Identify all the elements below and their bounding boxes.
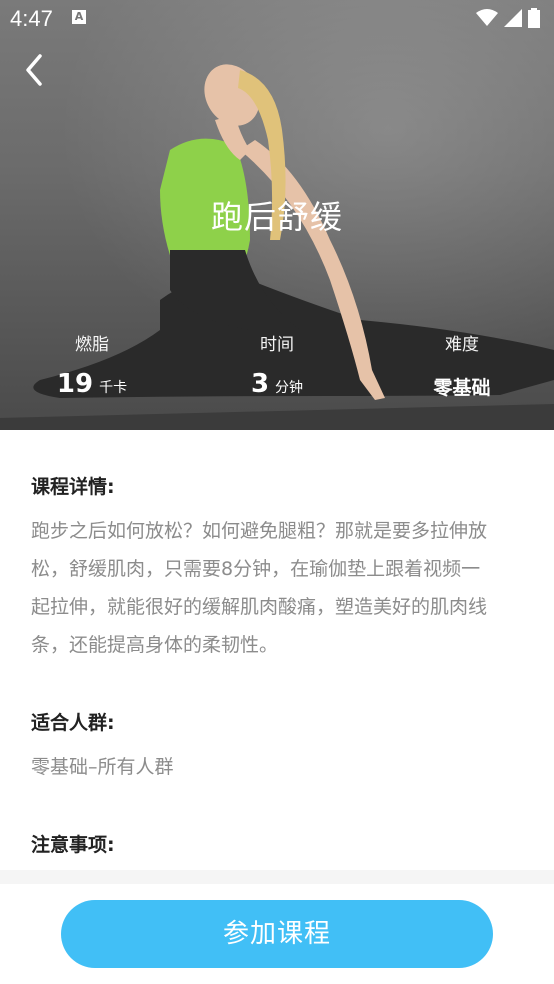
stat-value-row: 19 千卡 — [0, 369, 184, 399]
course-title: 跑后舒缓 — [210, 198, 343, 236]
stat-calories: 燃脂 19 千卡 — [0, 330, 184, 399]
details-line: 跑步之后如何放松？如何避免腿粗？那就是要多拉伸放 — [31, 520, 488, 542]
stat-value-row: 3 分钟 — [185, 369, 369, 399]
back-button[interactable] — [20, 52, 50, 88]
section-heading-details: 课程详情: — [31, 476, 115, 498]
audience-text: 零基础–所有人群 — [31, 756, 174, 778]
join-course-button[interactable]: 参加课程 — [61, 900, 493, 968]
wifi-icon — [476, 9, 498, 26]
stat-unit: 分钟 — [275, 380, 304, 396]
section-heading-notes: 注意事项: — [31, 834, 115, 856]
details-text: 跑步之后如何放松？如何避免腿粗？那就是要多拉伸放 松，舒缓肌肉，只需要8分钟，在… — [31, 512, 521, 664]
battery-icon — [528, 8, 540, 28]
signal-icon — [504, 9, 522, 27]
stat-value: 19 — [56, 369, 94, 399]
stat-label: 难度 — [445, 335, 479, 355]
stat-label: 燃脂 — [75, 335, 109, 355]
system-icons — [476, 8, 540, 28]
stat-unit: 千卡 — [99, 380, 128, 396]
a-icon: A — [72, 10, 86, 24]
course-details: 课程详情: 跑步之后如何放松？如何避免腿粗？那就是要多拉伸放 松，舒缓肌肉，只需… — [0, 430, 554, 870]
stat-difficulty: 难度 零基础 — [370, 330, 554, 400]
status-bar: 4:47 A — [0, 0, 554, 38]
stat-duration: 时间 3 分钟 — [185, 330, 369, 399]
stat-value: 3 — [250, 369, 270, 399]
course-stats: 燃脂 19 千卡 时间 3 分钟 难度 零基础 — [0, 330, 554, 410]
section-heading-audience: 适合人群: — [31, 712, 115, 734]
stat-label: 时间 — [260, 335, 294, 355]
details-line: 松，舒缓肌肉，只需要8分钟，在瑜伽垫上跟着视频一 — [31, 558, 481, 580]
back-arrow-icon — [26, 54, 42, 86]
details-line: 条，还能提高身体的柔韧性。 — [31, 634, 279, 656]
status-time: 4:47 — [10, 6, 53, 31]
details-line: 起拉伸，就能很好的缓解肌肉酸痛，塑造美好的肌肉线 — [31, 596, 488, 618]
stat-value: 零基础 — [433, 377, 491, 399]
course-hero-image: 4:47 A 跑后舒缓 燃脂 19 千卡 时间 3 分钟 难度 零基础 — [0, 0, 554, 430]
